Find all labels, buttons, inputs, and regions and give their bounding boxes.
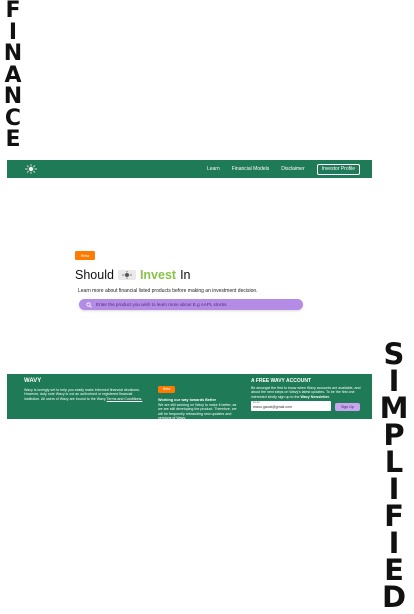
- letter: I: [388, 472, 400, 506]
- letter: I: [388, 526, 400, 560]
- page-title: Should Invest In: [75, 268, 315, 282]
- newsletter-form: Email Sign Up: [251, 401, 367, 412]
- footer-about: WAVY Wavy is lovingly set to help you ea…: [24, 377, 144, 401]
- email-input[interactable]: [253, 405, 327, 410]
- letter: S: [383, 337, 405, 371]
- simplified-vertical-text: S I M P L I F I E D: [378, 337, 410, 614]
- hero-subtext: Learn more about financial listed produc…: [78, 288, 258, 294]
- investor-profile-button[interactable]: Investor Profile: [316, 163, 360, 175]
- letter: L: [384, 445, 404, 479]
- letter: I: [388, 364, 400, 398]
- letter: P: [383, 418, 405, 452]
- nav-link-learn[interactable]: Learn: [207, 166, 220, 172]
- letter: F: [384, 499, 404, 533]
- footer: WAVY Wavy is lovingly set to help you ea…: [7, 374, 372, 421]
- search-icon: [85, 301, 92, 308]
- footer-brand: WAVY: [24, 378, 42, 384]
- headline-prefix: Should: [75, 268, 114, 282]
- letter: M: [379, 391, 409, 425]
- footer-beta: Beta Working our way towards Better We a…: [158, 377, 240, 421]
- product-search-bar[interactable]: [79, 299, 303, 310]
- headline-suffix: In: [180, 268, 191, 282]
- hero-section: Beta Should Invest In Learn more about f…: [75, 244, 315, 294]
- sun-logo-icon[interactable]: [24, 164, 38, 174]
- sign-up-button[interactable]: Sign Up: [335, 403, 360, 412]
- letter: N: [3, 41, 23, 66]
- search-input[interactable]: [92, 302, 296, 307]
- email-field[interactable]: Email: [251, 401, 331, 412]
- footer-beta-badge: Beta: [158, 385, 176, 393]
- letter: D: [381, 580, 407, 614]
- account-text: Be amongst the first to know when Wavy a…: [251, 386, 361, 399]
- footer-account: A FREE WAVY ACCOUNT Be amongst the first…: [251, 377, 367, 412]
- letter: F: [5, 0, 21, 23]
- footer-about-text: Wavy is lovingly set to help you easily …: [24, 388, 143, 401]
- letter: A: [4, 62, 22, 88]
- sun-logo-icon: [117, 270, 136, 280]
- letter: C: [4, 105, 22, 131]
- beta-badge: Beta: [75, 251, 96, 260]
- letter: N: [3, 84, 23, 109]
- nav-link-financial-models[interactable]: Financial Models: [232, 166, 270, 172]
- email-label: Email: [253, 401, 260, 405]
- beta-text: We are still working on Wavy to make it …: [158, 403, 237, 421]
- letter: E: [384, 553, 404, 587]
- letter: E: [5, 127, 21, 152]
- account-heading: A FREE WAVY ACCOUNT: [251, 378, 312, 384]
- terms-link[interactable]: Terms and Conditions.: [107, 397, 143, 401]
- finance-vertical-text: F I N A N C E: [0, 0, 26, 151]
- beta-heading: Working our way towards Better: [158, 398, 217, 402]
- top-navbar: Learn Financial Models Disclaimer Invest…: [7, 160, 372, 178]
- headline-highlight: Invest: [139, 268, 177, 282]
- nav-link-disclaimer[interactable]: Disclaimer: [281, 166, 304, 172]
- letter: I: [8, 19, 18, 45]
